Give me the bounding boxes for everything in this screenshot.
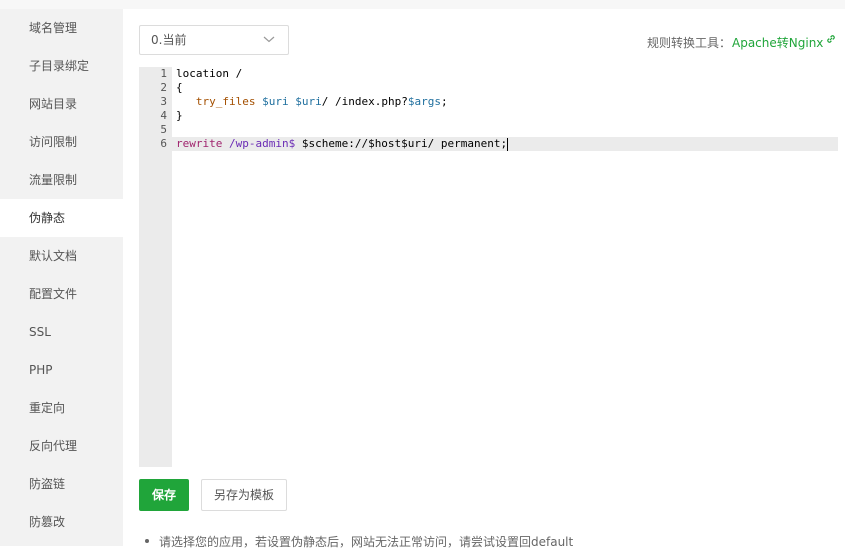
sidebar-item-traffic-limit[interactable]: 流量限制: [0, 161, 123, 199]
sidebar-item-domain[interactable]: 域名管理: [0, 9, 123, 47]
code-keyword: try_files: [195, 95, 256, 108]
code-variable: $uri: [295, 95, 322, 108]
code-editor[interactable]: 1 2 3 4 5 6 location / { try_files $uri …: [139, 67, 838, 467]
chevron-down-icon: [263, 36, 275, 43]
sidebar-item-access-limit[interactable]: 访问限制: [0, 123, 123, 161]
text-cursor: [507, 137, 509, 151]
sidebar: 域名管理 子目录绑定 网站目录 访问限制 流量限制 伪静态 默认文档 配置文件 …: [0, 9, 123, 546]
line-number: 3: [160, 95, 167, 108]
line-number: 2: [160, 81, 167, 94]
sidebar-item-subdir[interactable]: 子目录绑定: [0, 47, 123, 85]
sidebar-item-tamper[interactable]: 防篡改: [0, 503, 123, 541]
sidebar-item-config-file[interactable]: 配置文件: [0, 275, 123, 313]
code-text: $scheme://$host$uri/ permanent;: [295, 137, 508, 150]
code-variable: $uri: [262, 95, 289, 108]
code-line: }: [176, 109, 183, 122]
line-number: 5: [160, 123, 167, 136]
code-line: location /: [176, 67, 243, 80]
converter-link[interactable]: Apache转Nginx: [732, 34, 823, 51]
template-select[interactable]: 0.当前: [139, 25, 289, 55]
code-text: / /index.php?: [321, 95, 408, 108]
converter-label: 规则转换工具：: [647, 36, 732, 50]
line-number: 6: [160, 137, 167, 150]
sidebar-item-hotlink[interactable]: 防盗链: [0, 465, 123, 503]
code-keyword: rewrite: [176, 137, 223, 150]
save-as-template-button[interactable]: 另存为模板: [201, 479, 287, 511]
sidebar-item-php[interactable]: PHP: [0, 351, 123, 389]
sidebar-item-redirect[interactable]: 重定向: [0, 389, 123, 427]
line-number: 4: [160, 109, 167, 122]
code-line: try_files $uri $uri/ /index.php?$args;: [176, 95, 448, 109]
code-line: rewrite /wp-admin$ $scheme://$host$uri/ …: [176, 137, 509, 151]
top-strip: [0, 0, 845, 9]
editor-gutter: 1 2 3 4 5: [139, 67, 172, 467]
sidebar-item-rewrite[interactable]: 伪静态: [0, 199, 123, 237]
save-button[interactable]: 保存: [139, 479, 189, 511]
sidebar-item-reverse-proxy[interactable]: 反向代理: [0, 427, 123, 465]
line-number: 1: [160, 67, 167, 80]
sidebar-item-site-dir[interactable]: 网站目录: [0, 85, 123, 123]
code-regex: /wp-admin$: [228, 137, 296, 150]
template-select-value: 0.当前: [151, 33, 187, 47]
sidebar-item-default-doc[interactable]: 默认文档: [0, 237, 123, 275]
bullet-icon: [145, 539, 149, 543]
tip-text: 请选择您的应用，若设置伪静态后，网站无法正常访问，请尝试设置回default: [159, 535, 574, 549]
code-line: {: [176, 81, 183, 94]
sidebar-item-ssl[interactable]: SSL: [0, 313, 123, 351]
code-variable: $args: [407, 95, 441, 108]
link-icon[interactable]: [825, 33, 837, 45]
code-text: ;: [440, 95, 448, 108]
